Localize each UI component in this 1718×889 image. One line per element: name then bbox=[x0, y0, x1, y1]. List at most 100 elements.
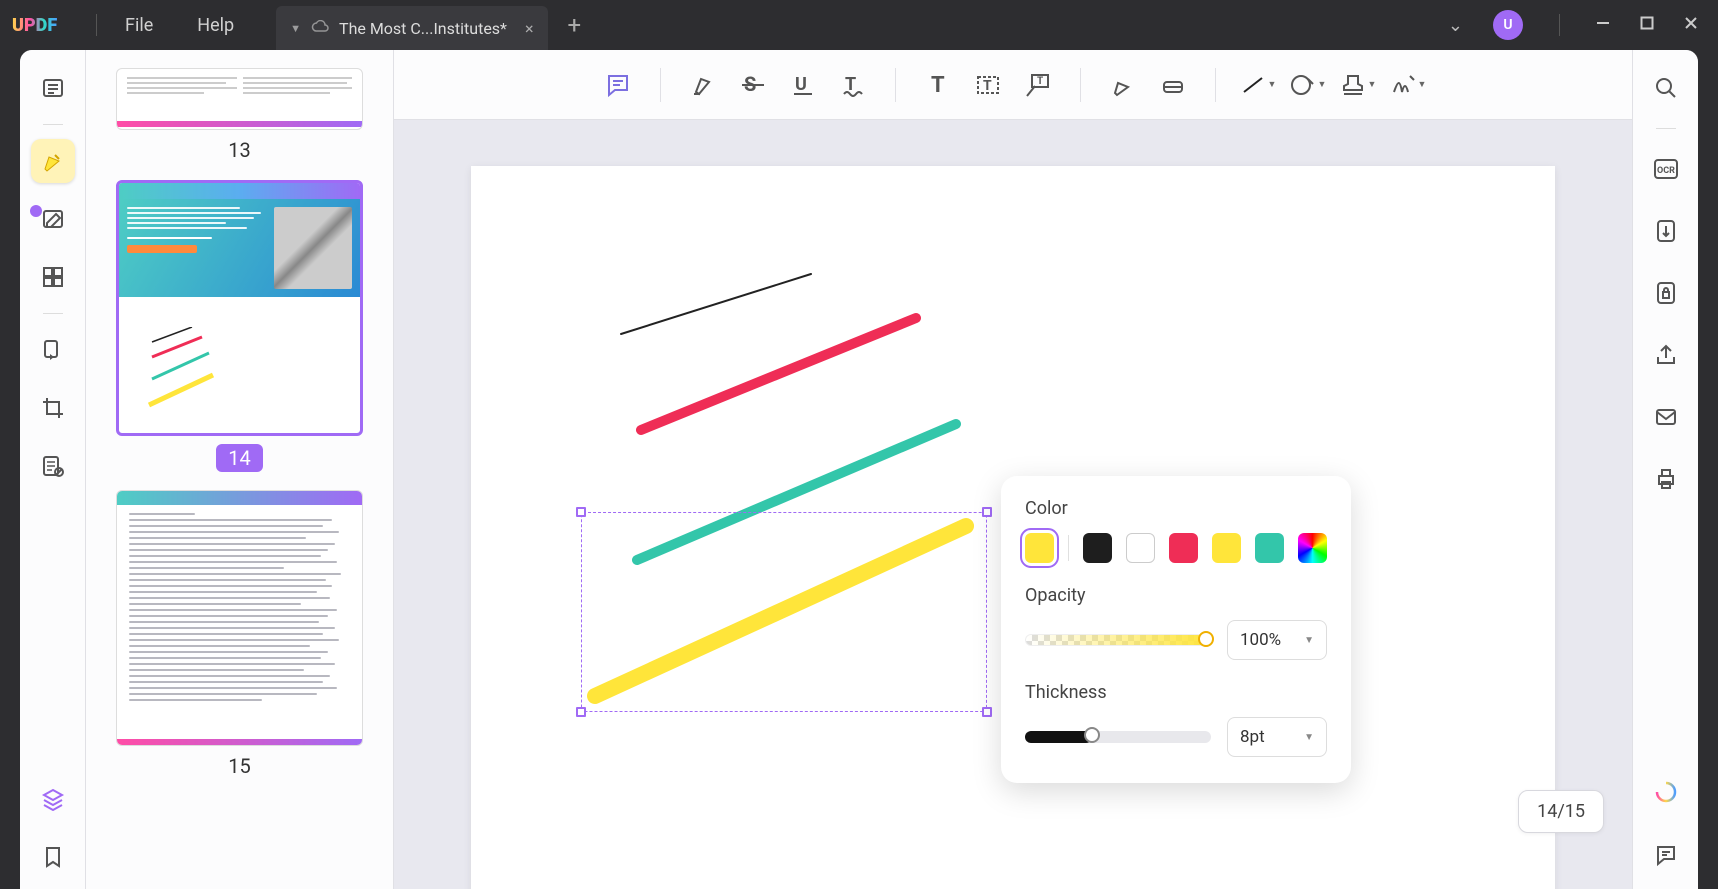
close-tab-button[interactable]: × bbox=[525, 19, 534, 38]
signature-tool[interactable]: ▼ bbox=[1388, 65, 1428, 105]
opacity-slider[interactable] bbox=[1025, 634, 1211, 646]
thickness-value: 8pt bbox=[1240, 727, 1265, 747]
annotation-line[interactable] bbox=[621, 274, 811, 334]
tab-title: The Most C...Institutes* bbox=[339, 19, 507, 38]
thumbnail-number: 15 bbox=[116, 754, 363, 778]
minimize-button[interactable] bbox=[1596, 16, 1610, 34]
convert-button[interactable] bbox=[1644, 209, 1688, 253]
separator bbox=[1215, 68, 1216, 102]
color-swatch-red[interactable] bbox=[1169, 533, 1198, 563]
dropdown-icon[interactable]: ▼ bbox=[1318, 79, 1327, 90]
separator bbox=[43, 124, 63, 125]
title-bar: UPDF File Help ▼ The Most C...Institutes… bbox=[0, 0, 1718, 50]
squiggly-tool[interactable]: T bbox=[833, 65, 873, 105]
separator bbox=[895, 68, 896, 102]
dropdown-icon[interactable]: ▼ bbox=[1368, 79, 1377, 90]
resize-handle-sw[interactable] bbox=[576, 707, 586, 717]
svg-text:T: T bbox=[983, 78, 992, 94]
ai-assistant-button[interactable] bbox=[1644, 771, 1688, 815]
eraser-tool[interactable] bbox=[1153, 65, 1193, 105]
color-swatch-black[interactable] bbox=[1083, 533, 1112, 563]
app-logo: UPDF bbox=[0, 14, 90, 36]
right-tool-rail: OCR bbox=[1632, 50, 1698, 889]
svg-text:UPDF: UPDF bbox=[12, 15, 57, 36]
resize-handle-nw[interactable] bbox=[576, 507, 586, 517]
canvas-area[interactable]: Color Opacity bbox=[394, 120, 1632, 889]
tools-convert-button[interactable] bbox=[31, 328, 75, 372]
page-thumbnail-15[interactable] bbox=[116, 490, 363, 746]
opacity-dropdown[interactable]: 100% ▼ bbox=[1227, 620, 1327, 660]
resize-handle-se[interactable] bbox=[982, 707, 992, 717]
app-shell: 13 bbox=[20, 50, 1698, 889]
document-page[interactable]: Color Opacity bbox=[471, 166, 1555, 889]
color-label: Color bbox=[1025, 498, 1327, 519]
color-swatch-yellow[interactable] bbox=[1212, 533, 1241, 563]
page-thumbnail-13[interactable] bbox=[116, 68, 363, 130]
ocr-button[interactable]: OCR bbox=[1644, 147, 1688, 191]
callout-tool[interactable]: T bbox=[1018, 65, 1058, 105]
edit-mode-button[interactable] bbox=[31, 197, 75, 241]
color-swatch-row bbox=[1025, 533, 1327, 563]
share-button[interactable] bbox=[1644, 333, 1688, 377]
collapse-tabs-button[interactable]: ⌄ bbox=[1448, 15, 1463, 36]
protect-button[interactable] bbox=[1644, 271, 1688, 315]
textbox-tool[interactable]: T bbox=[968, 65, 1008, 105]
thumbnail-number: 13 bbox=[116, 138, 363, 162]
user-avatar[interactable]: U bbox=[1493, 10, 1523, 40]
menu-file[interactable]: File bbox=[103, 15, 175, 36]
menu-help[interactable]: Help bbox=[175, 15, 256, 36]
separator bbox=[1080, 68, 1081, 102]
document-tab[interactable]: ▼ The Most C...Institutes* × bbox=[276, 6, 547, 50]
chevron-down-icon[interactable]: ▼ bbox=[290, 22, 301, 35]
search-button[interactable] bbox=[1644, 66, 1688, 110]
note-tool[interactable] bbox=[598, 65, 638, 105]
email-button[interactable] bbox=[1644, 395, 1688, 439]
layers-button[interactable] bbox=[31, 777, 75, 821]
stamp-tool[interactable]: ▼ bbox=[1338, 65, 1378, 105]
dropdown-icon[interactable]: ▼ bbox=[1418, 79, 1427, 90]
page-indicator[interactable]: 14/15 bbox=[1518, 790, 1604, 833]
line-properties-popup: Color Opacity bbox=[1001, 476, 1351, 783]
color-swatch-white[interactable] bbox=[1126, 533, 1155, 563]
selection-box[interactable] bbox=[581, 512, 987, 712]
highlight-tool[interactable] bbox=[683, 65, 723, 105]
thickness-slider[interactable] bbox=[1025, 731, 1211, 743]
underline-tool[interactable]: U bbox=[783, 65, 823, 105]
organize-pages-button[interactable] bbox=[31, 255, 75, 299]
line-tool[interactable]: ▼ bbox=[1238, 65, 1278, 105]
annotation-line[interactable] bbox=[641, 318, 916, 430]
strikethrough-tool[interactable]: S bbox=[733, 65, 773, 105]
resize-handle-ne[interactable] bbox=[982, 507, 992, 517]
thickness-dropdown[interactable]: 8pt ▼ bbox=[1227, 717, 1327, 757]
thumbnail-panel: 13 bbox=[86, 50, 394, 889]
redact-button[interactable] bbox=[31, 444, 75, 488]
left-tool-rail bbox=[20, 50, 86, 889]
svg-text:T: T bbox=[931, 73, 945, 98]
bookmark-button[interactable] bbox=[31, 835, 75, 879]
color-swatch-teal[interactable] bbox=[1255, 533, 1284, 563]
comments-panel-button[interactable] bbox=[1644, 833, 1688, 877]
shape-tool[interactable]: ▼ bbox=[1288, 65, 1328, 105]
svg-text:OCR: OCR bbox=[1657, 166, 1675, 176]
comment-mode-button[interactable] bbox=[31, 139, 75, 183]
color-picker-button[interactable] bbox=[1298, 533, 1327, 563]
crop-button[interactable] bbox=[31, 386, 75, 430]
pencil-tool[interactable] bbox=[1103, 65, 1143, 105]
maximize-button[interactable] bbox=[1640, 16, 1654, 34]
separator bbox=[660, 68, 661, 102]
opacity-label: Opacity bbox=[1025, 585, 1327, 606]
dropdown-icon: ▼ bbox=[1304, 635, 1314, 646]
color-current-swatch[interactable] bbox=[1025, 533, 1054, 563]
page-thumbnail-14[interactable] bbox=[116, 180, 363, 436]
center-column: S U T T T T bbox=[394, 50, 1632, 889]
active-mode-indicator-icon bbox=[30, 205, 42, 217]
dropdown-icon[interactable]: ▼ bbox=[1268, 79, 1277, 90]
text-tool[interactable]: T bbox=[918, 65, 958, 105]
new-tab-button[interactable]: + bbox=[548, 11, 602, 39]
separator bbox=[43, 313, 63, 314]
titlebar-right: ⌄ U bbox=[1448, 10, 1718, 40]
reader-mode-button[interactable] bbox=[31, 66, 75, 110]
print-button[interactable] bbox=[1644, 457, 1688, 501]
close-window-button[interactable] bbox=[1684, 16, 1698, 34]
svg-text:U: U bbox=[795, 74, 807, 95]
